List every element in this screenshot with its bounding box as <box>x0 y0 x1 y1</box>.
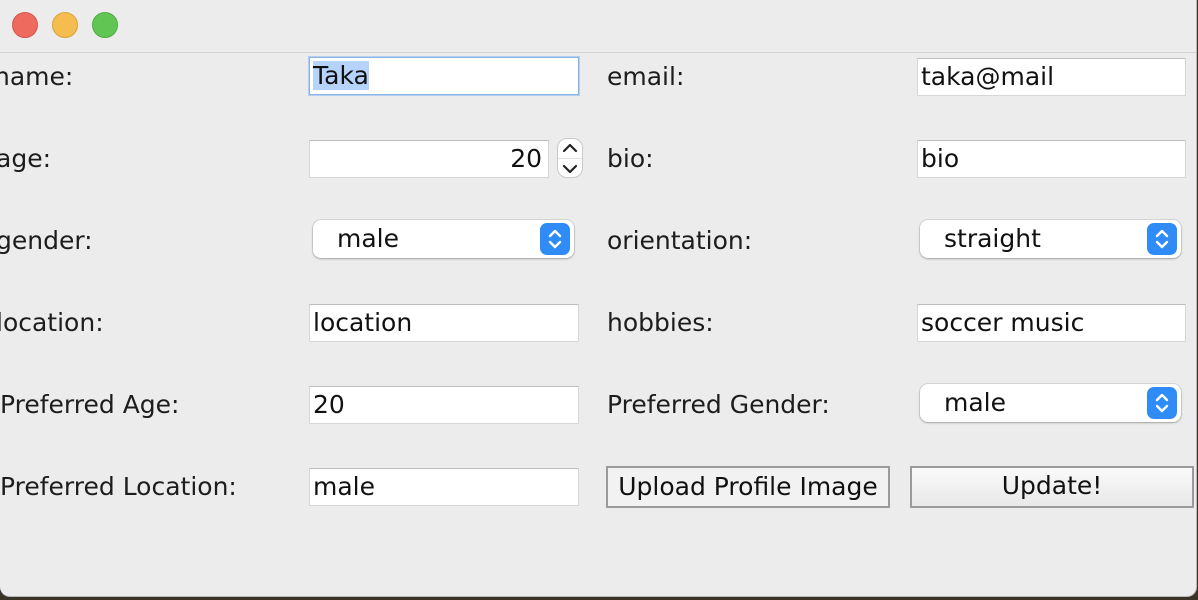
preferred-location-label: Preferred Location: <box>0 472 237 501</box>
preferred-gender-select-value: male <box>944 388 1006 417</box>
age-spinner-buttons <box>557 138 583 178</box>
preferred-location-field[interactable]: male <box>309 468 579 506</box>
app-window: name: Taka email: taka@mail age: 20 bio:… <box>0 0 1197 597</box>
zoom-window-button[interactable] <box>92 12 118 38</box>
updown-arrows-icon <box>540 223 570 255</box>
name-label: name: <box>0 62 74 91</box>
gender-select[interactable]: male <box>313 220 574 258</box>
age-label: age: <box>0 144 51 173</box>
gender-label: gender: <box>0 226 93 255</box>
updown-arrows-icon <box>1147 223 1177 255</box>
location-label: location: <box>0 308 104 337</box>
updown-arrows-icon <box>1147 387 1177 419</box>
orientation-select[interactable]: straight <box>920 220 1181 258</box>
hobbies-label: hobbies: <box>607 308 714 337</box>
chevron-up-icon[interactable] <box>558 139 582 158</box>
hobbies-field[interactable]: soccer music <box>917 304 1186 342</box>
chevron-down-icon[interactable] <box>558 158 582 178</box>
close-window-button[interactable] <box>12 12 38 38</box>
location-field[interactable]: location <box>309 304 579 342</box>
bio-field[interactable]: bio <box>917 140 1186 178</box>
preferred-gender-select[interactable]: male <box>920 384 1181 422</box>
email-label: email: <box>607 62 685 91</box>
name-field[interactable]: Taka <box>309 57 579 95</box>
orientation-label: orientation: <box>607 226 753 255</box>
preferred-age-field[interactable]: 20 <box>309 386 579 424</box>
upload-profile-image-button[interactable]: Upload Profile Image <box>606 466 890 508</box>
name-field-value: Taka <box>313 61 369 90</box>
age-spinner-field[interactable]: 20 <box>309 140 549 178</box>
minimize-window-button[interactable] <box>52 12 78 38</box>
preferred-age-label: Preferred Age: <box>0 390 180 419</box>
update-button[interactable]: Update! <box>910 466 1194 508</box>
email-field[interactable]: taka@mail <box>917 58 1186 96</box>
preferred-gender-label: Preferred Gender: <box>607 390 830 419</box>
gender-select-value: male <box>337 224 399 253</box>
title-bar <box>0 0 1196 53</box>
bio-label: bio: <box>607 144 654 173</box>
orientation-select-value: straight <box>944 224 1041 253</box>
